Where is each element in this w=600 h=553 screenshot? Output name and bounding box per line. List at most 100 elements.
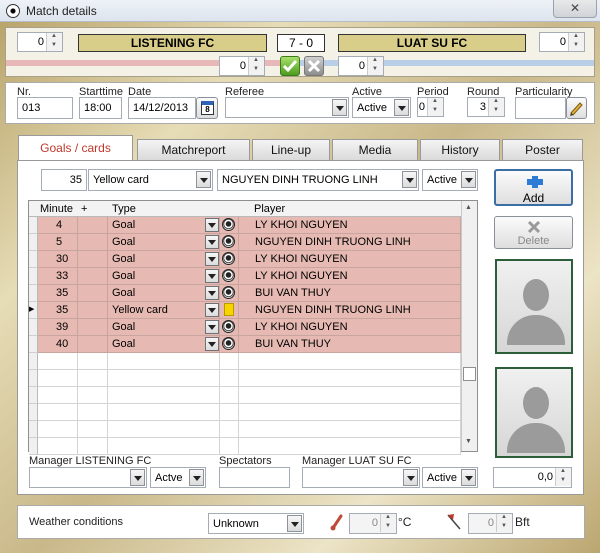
player-cell[interactable]: NGUYEN DINH TRUONG LINH xyxy=(239,302,461,319)
player-cell[interactable]: NGUYEN DINH TRUONG LINH xyxy=(239,234,461,251)
type-cell[interactable] xyxy=(108,353,220,370)
type-cell[interactable]: Goal xyxy=(108,268,220,285)
type-cell[interactable] xyxy=(108,404,220,421)
manager-away-select[interactable] xyxy=(302,467,420,488)
grid-scrollbar[interactable]: ▲ ▼ xyxy=(461,201,477,451)
calendar-button[interactable]: 8 xyxy=(196,97,218,119)
type-cell[interactable] xyxy=(108,387,220,404)
tab-line-up[interactable]: Line-up xyxy=(252,139,330,161)
player-cell[interactable] xyxy=(239,370,461,387)
type-cell[interactable]: Goal xyxy=(108,319,220,336)
type-cell[interactable]: Goal xyxy=(108,251,220,268)
type-cell[interactable]: Goal xyxy=(108,336,220,353)
type-cell[interactable] xyxy=(108,370,220,387)
referee-select[interactable] xyxy=(225,97,349,118)
minute-cell[interactable] xyxy=(38,353,78,370)
away-penalty-stepper[interactable]: 0 xyxy=(539,32,585,52)
row-selector[interactable] xyxy=(29,217,38,234)
minute-column-header[interactable]: Minute xyxy=(40,203,73,215)
scroll-down-arrow[interactable]: ▼ xyxy=(465,438,472,445)
plus-cell[interactable] xyxy=(78,268,108,285)
starttime-field[interactable]: 18:00 xyxy=(79,97,122,119)
type-cell[interactable]: Yellow card xyxy=(108,302,220,319)
away-extra-stepper[interactable]: 0 xyxy=(338,56,384,76)
type-cell[interactable] xyxy=(108,421,220,438)
row-selector[interactable] xyxy=(29,268,38,285)
empty-table-row[interactable] xyxy=(29,421,477,438)
minute-cell[interactable] xyxy=(38,387,78,404)
row-selector[interactable] xyxy=(29,421,38,438)
row-selector[interactable] xyxy=(29,319,38,336)
plus-cell[interactable] xyxy=(78,217,108,234)
player-cell[interactable]: BUI VAN THUY xyxy=(239,285,461,302)
plus-column-header[interactable]: + xyxy=(81,203,87,215)
table-row[interactable]: 5 Goal NGUYEN DINH TRUONG LINH xyxy=(29,234,477,251)
plus-cell[interactable] xyxy=(78,234,108,251)
table-row[interactable]: 35 Goal BUI VAN THUY xyxy=(29,285,477,302)
player-cell[interactable]: LY KHOI NGUYEN xyxy=(239,319,461,336)
player-cell[interactable] xyxy=(239,353,461,370)
plus-cell[interactable] xyxy=(78,421,108,438)
close-button[interactable]: ✕ xyxy=(553,0,597,18)
round-stepper[interactable]: 3 xyxy=(467,97,505,117)
wind-stepper[interactable]: 0 xyxy=(468,513,513,534)
weather-condition-select[interactable]: Unknown xyxy=(208,513,304,534)
type-cell-dropdown[interactable] xyxy=(205,252,219,266)
minute-cell[interactable]: 5 xyxy=(38,234,78,251)
period-stepper[interactable]: 0 xyxy=(417,97,444,117)
table-row[interactable]: 30 Goal LY KHOI NGUYEN xyxy=(29,251,477,268)
tab-history[interactable]: History xyxy=(420,139,500,161)
empty-table-row[interactable] xyxy=(29,353,477,370)
plus-cell[interactable] xyxy=(78,353,108,370)
plus-cell[interactable] xyxy=(78,336,108,353)
plus-cell[interactable] xyxy=(78,251,108,268)
minute-cell[interactable]: 30 xyxy=(38,251,78,268)
type-cell-dropdown[interactable] xyxy=(205,269,219,283)
manager-home-select[interactable] xyxy=(29,467,147,488)
manager-home-status-select[interactable]: Actve xyxy=(150,467,206,488)
manager-away-status-select[interactable]: Active xyxy=(422,467,478,488)
event-type-select[interactable]: Yellow card xyxy=(88,169,213,191)
type-cell-dropdown[interactable] xyxy=(205,286,219,300)
minute-cell[interactable] xyxy=(38,421,78,438)
row-selector[interactable] xyxy=(29,285,38,302)
minute-cell[interactable]: 35 xyxy=(38,285,78,302)
tab-poster[interactable]: Poster xyxy=(502,139,583,161)
player-cell[interactable]: LY KHOI NGUYEN xyxy=(239,268,461,285)
minute-cell[interactable]: 40 xyxy=(38,336,78,353)
player-select[interactable]: NGUYEN DINH TRUONG LINH xyxy=(217,169,419,191)
table-row[interactable]: 4 Goal LY KHOI NGUYEN xyxy=(29,217,477,234)
plus-cell[interactable] xyxy=(78,438,108,455)
minute-cell[interactable] xyxy=(38,370,78,387)
home-penalty-stepper[interactable]: 0 xyxy=(17,32,63,52)
plus-cell[interactable] xyxy=(78,319,108,336)
player-cell[interactable] xyxy=(239,438,461,455)
scroll-up-arrow[interactable]: ▲ xyxy=(465,204,472,211)
minute-cell[interactable] xyxy=(38,404,78,421)
row-selector[interactable] xyxy=(29,336,38,353)
table-row[interactable]: 33 Goal LY KHOI NGUYEN xyxy=(29,268,477,285)
tab-goals-cards[interactable]: Goals / cards xyxy=(18,135,133,161)
rating-stepper[interactable]: 0,0 xyxy=(493,467,572,488)
tab-matchreport[interactable]: Matchreport xyxy=(137,139,250,161)
particularity-field[interactable] xyxy=(515,97,566,119)
table-row[interactable]: ▶ 35 Yellow card NGUYEN DINH TRUONG LINH xyxy=(29,302,477,319)
table-row[interactable]: 39 Goal LY KHOI NGUYEN xyxy=(29,319,477,336)
type-cell-dropdown[interactable] xyxy=(205,218,219,232)
player-cell[interactable] xyxy=(239,421,461,438)
tab-media[interactable]: Media xyxy=(332,139,418,161)
empty-table-row[interactable] xyxy=(29,404,477,421)
active-select[interactable]: Active xyxy=(352,97,411,118)
minute-cell[interactable]: 35 xyxy=(38,302,78,319)
minute-entry-field[interactable]: 35 xyxy=(41,169,87,191)
type-cell-dropdown[interactable] xyxy=(205,337,219,351)
plus-cell[interactable] xyxy=(78,404,108,421)
type-cell[interactable]: Goal xyxy=(108,285,220,302)
type-cell[interactable]: Goal xyxy=(108,217,220,234)
row-selector[interactable] xyxy=(29,387,38,404)
minute-cell[interactable]: 39 xyxy=(38,319,78,336)
row-selector[interactable] xyxy=(29,404,38,421)
table-row[interactable]: 40 Goal BUI VAN THUY xyxy=(29,336,477,353)
row-selector[interactable] xyxy=(29,234,38,251)
cancel-score-button[interactable] xyxy=(304,56,324,76)
